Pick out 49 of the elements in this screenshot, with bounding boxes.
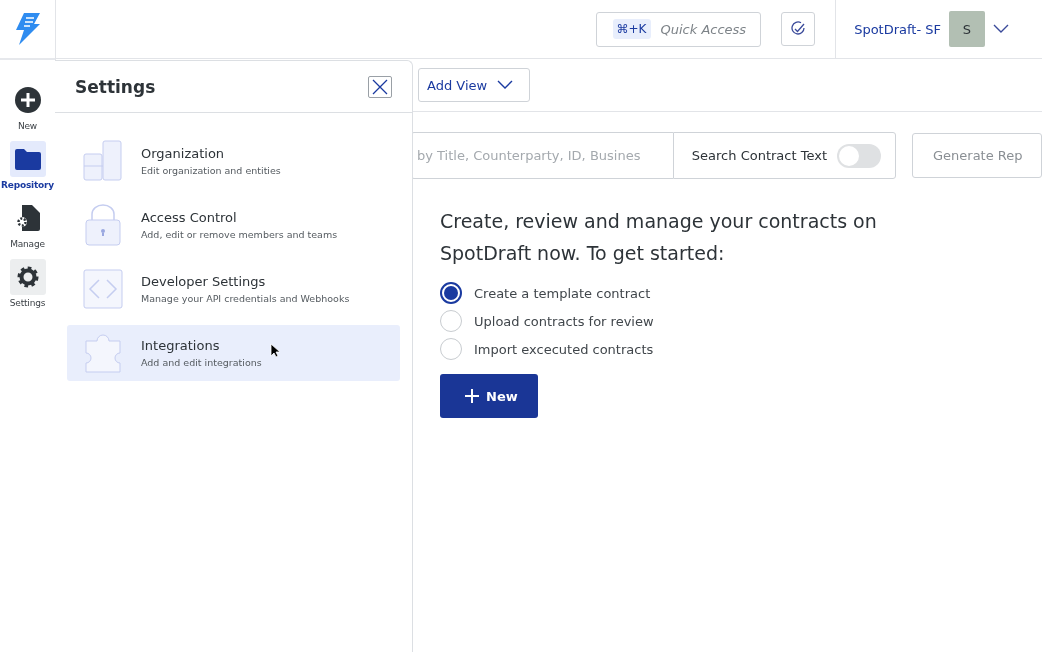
item-description: Add, edit or remove members and teams [141,229,338,240]
chevron-down-icon [497,80,514,90]
add-view-button[interactable]: Add View [418,68,531,102]
search-contract-text-control[interactable]: Search Contract Text [672,132,896,179]
item-description: Manage your API credentials and Webhooks [141,293,350,304]
item-title: Integrations [141,338,221,353]
quick-access-button[interactable]: ⌘+K Quick Access [595,11,762,47]
rail-item[interactable]: Manage [0,200,55,249]
settings-item[interactable]: Organization Edit organization and entities [67,133,400,189]
search-field[interactable]: by Title, Counterparty, ID, Busines [411,132,673,179]
mouse-pointer-icon [270,343,280,358]
folder-icon [14,148,41,170]
item-description: Add and edit integrations [141,357,262,368]
puzzle-piece-icon [83,333,123,373]
close-button[interactable] [368,75,392,98]
quick-access-label: Quick Access [660,21,747,37]
plus-icon [464,388,480,404]
avatar[interactable]: S [949,11,985,47]
tasks-button[interactable] [781,12,816,46]
rail-item[interactable]: Settings [0,259,55,308]
radio-label: Create a template contract [474,285,651,301]
toggle-switch[interactable] [837,143,881,168]
radio-label: Import excecuted contracts [474,341,654,357]
close-icon [372,78,388,95]
settings-icon [15,265,40,289]
settings-item[interactable]: Developer Settings Manage your API credentials and Webhooks [67,261,400,317]
settings-item[interactable]: Access Control Add, edit or remove members and teams [67,197,400,253]
workspace-name[interactable]: SpotDraft- SF [854,21,941,37]
item-title: Developer Settings [141,274,267,289]
padlock-icon [83,204,123,246]
document-gear-icon [15,205,40,231]
lightning-logo-icon[interactable] [14,12,41,46]
item-title: Organization [141,146,226,161]
new-button[interactable]: New [440,374,538,418]
radio-button[interactable] [440,282,462,304]
panel-title: Settings [75,76,156,97]
item-title: Access Control [141,210,238,225]
radio-label: Upload contracts for review [474,313,654,329]
code-brackets-icon [83,269,123,309]
chevron-down-icon[interactable] [993,24,1009,34]
settings-item[interactable]: Integrations Add and edit integrations [67,325,400,381]
rail-item[interactable]: New [0,82,55,131]
shortcut-badge: ⌘+K [612,19,651,39]
building-blocks-icon [83,140,123,182]
check-circle-icon [790,21,807,37]
plus-circle-icon [14,87,41,113]
rail-item[interactable]: Repository [0,141,55,190]
item-description: Edit organization and entities [141,165,281,176]
intro-heading: Create, review and manage your contracts on SpotDraft now. To get started: [440,209,878,266]
